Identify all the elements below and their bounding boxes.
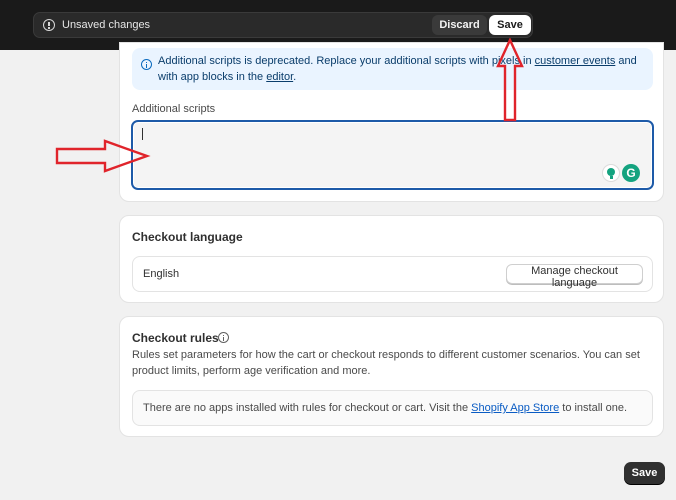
save-bar-container: Unsaved changes Discard Save <box>33 12 533 38</box>
info-icon[interactable] <box>218 332 229 343</box>
customer-events-link[interactable]: customer events <box>535 55 616 67</box>
info-icon <box>141 59 152 70</box>
deprecation-banner: Additional scripts is deprecated. Replac… <box>132 48 653 90</box>
language-name: English <box>143 268 180 280</box>
language-row: English Manage checkout language <box>132 256 653 292</box>
discard-button[interactable]: Discard <box>432 15 487 35</box>
lightbulb-icon[interactable] <box>602 164 620 182</box>
checkout-rules-title: Checkout rules <box>132 331 219 345</box>
shopify-app-store-link[interactable]: Shopify App Store <box>471 402 559 414</box>
annotation-arrow-right <box>55 139 151 173</box>
checkout-rules-description: Rules set parameters for how the cart or… <box>132 349 640 377</box>
annotation-arrow-up <box>496 38 524 122</box>
editor-link[interactable]: editor <box>266 71 293 83</box>
save-button-top[interactable]: Save <box>489 15 531 35</box>
banner-text: Additional scripts is deprecated. Replac… <box>158 55 637 83</box>
unsaved-changes-message: Unsaved changes <box>62 19 151 31</box>
alert-circle-icon <box>43 19 55 31</box>
checkout-language-title: Checkout language <box>132 230 243 244</box>
additional-scripts-card: Additional scripts is deprecated. Replac… <box>119 42 664 202</box>
rules-empty-state: There are no apps installed with rules f… <box>132 390 653 426</box>
checkout-language-card: Checkout language English Manage checkou… <box>119 215 664 303</box>
manage-checkout-language-button[interactable]: Manage checkout language <box>506 264 643 289</box>
save-button-bottom[interactable]: Save <box>624 462 665 484</box>
additional-scripts-textarea[interactable]: G <box>131 120 654 190</box>
checkout-rules-card: Checkout rules Rules set parameters for … <box>119 316 664 437</box>
grammarly-icon[interactable]: G <box>622 164 640 182</box>
additional-scripts-label: Additional scripts <box>132 103 216 115</box>
